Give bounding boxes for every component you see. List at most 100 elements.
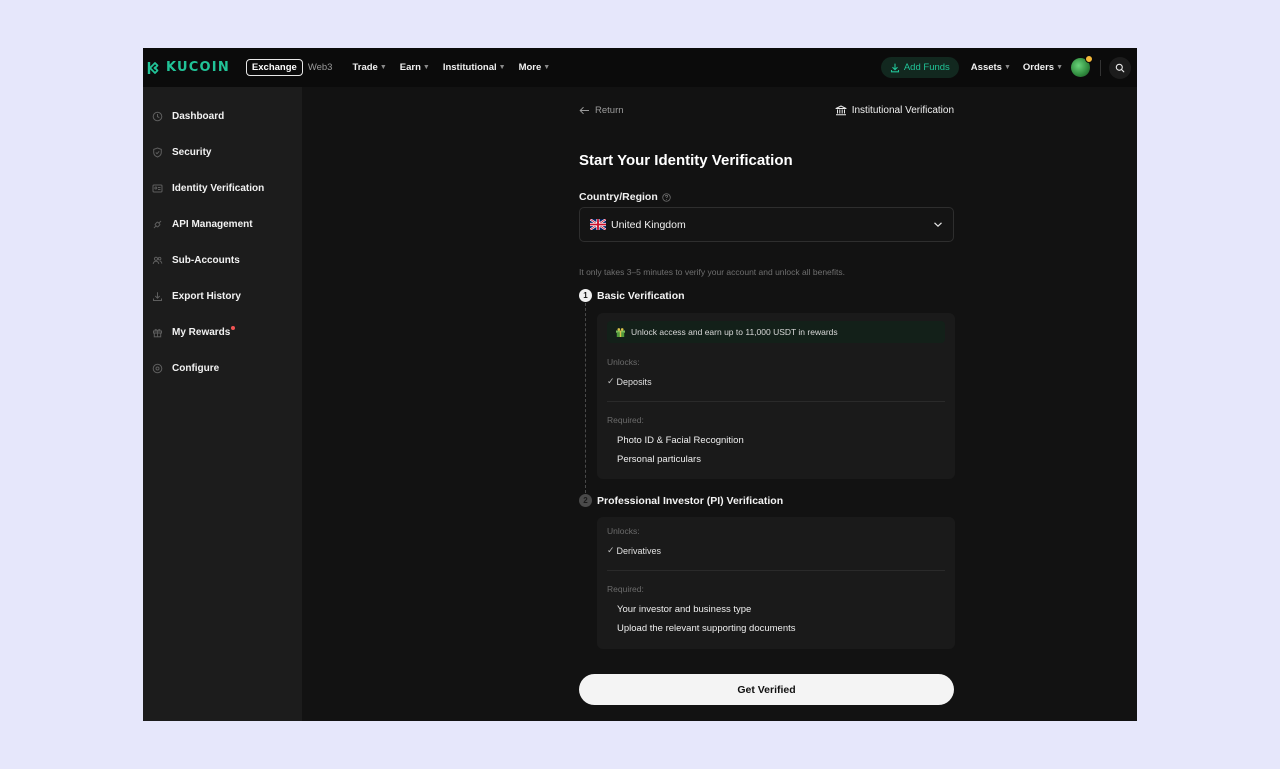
gift-reward-icon bbox=[616, 327, 625, 337]
basic-verification-heading: 1 Basic Verification bbox=[579, 289, 685, 302]
unlock-item: ✓ Derivatives bbox=[607, 545, 661, 556]
top-navigation: KUCOIN Exchange Web3 Trade ▼ Earn ▼ Instit… bbox=[143, 48, 1137, 87]
menu-institutional[interactable]: Institutional ▼ bbox=[443, 62, 506, 73]
sidebar: Dashboard Security Identity Verification… bbox=[143, 87, 302, 721]
sidebar-item-sub-accounts[interactable]: Sub-Accounts bbox=[143, 245, 302, 275]
card-divider bbox=[607, 570, 945, 571]
bank-icon bbox=[835, 105, 847, 116]
new-badge-dot bbox=[231, 326, 236, 330]
institutional-verification-label: Institutional Verification bbox=[851, 105, 954, 116]
caret-down-icon: ▼ bbox=[422, 64, 430, 71]
return-label: Return bbox=[595, 105, 624, 116]
sidebar-item-label: Security bbox=[172, 146, 212, 158]
web3-tab[interactable]: Web3 bbox=[308, 62, 333, 73]
sidebar-item-export-history[interactable]: Export History bbox=[143, 281, 302, 311]
required-item: Upload the relevant supporting documents bbox=[617, 623, 796, 634]
reward-banner-text: Unlock access and earn up to 11,000 USDT… bbox=[631, 327, 838, 337]
sidebar-item-my-rewards[interactable]: My Rewards bbox=[143, 317, 302, 347]
country-region-label: Country/Region bbox=[579, 191, 671, 203]
api-link-icon bbox=[153, 220, 162, 228]
required-item: Personal particulars bbox=[617, 454, 701, 465]
unlock-item-label: Derivatives bbox=[616, 545, 662, 556]
search-button[interactable] bbox=[1109, 56, 1131, 79]
assets-menu[interactable]: Assets ▼ bbox=[971, 62, 1011, 73]
download-icon bbox=[153, 291, 162, 301]
caret-down-icon: ▼ bbox=[543, 64, 551, 71]
menu-earn-label: Earn bbox=[399, 62, 421, 73]
basic-verification-card: Unlock access and earn up to 11,000 USDT… bbox=[597, 313, 955, 479]
main-content: Return Institutional Verification Start … bbox=[579, 87, 955, 721]
orders-menu[interactable]: Orders ▼ bbox=[1023, 62, 1063, 73]
arrow-left-icon bbox=[579, 106, 589, 115]
get-verified-button[interactable]: Get Verified bbox=[579, 674, 954, 705]
institutional-verification-link[interactable]: Institutional Verification bbox=[835, 105, 954, 116]
kucoin-logo[interactable]: KUCOIN bbox=[147, 48, 230, 87]
sidebar-item-label: API Management bbox=[172, 218, 253, 230]
caret-down-icon: ▼ bbox=[379, 64, 387, 71]
sidebar-item-api-management[interactable]: API Management bbox=[143, 209, 302, 239]
menu-trade[interactable]: Trade ▼ bbox=[352, 62, 386, 73]
country-select-value: United Kingdom bbox=[611, 218, 686, 231]
reward-banner: Unlock access and earn up to 11,000 USDT… bbox=[607, 321, 945, 343]
uk-flag-icon bbox=[590, 219, 606, 230]
assets-label: Assets bbox=[970, 62, 1002, 73]
country-select[interactable]: United Kingdom bbox=[579, 207, 954, 242]
step-number-2: 2 bbox=[579, 494, 592, 507]
sidebar-item-dashboard[interactable]: Dashboard bbox=[143, 101, 302, 131]
check-icon: ✓ bbox=[607, 376, 615, 386]
avatar[interactable] bbox=[1071, 55, 1093, 77]
pi-verification-card: Unlocks: ✓ Derivatives Required: Your in… bbox=[597, 517, 955, 649]
step-connector-line bbox=[585, 303, 586, 493]
brand-name: KUCOIN bbox=[166, 60, 230, 75]
gift-icon bbox=[153, 328, 162, 337]
caret-down-icon: ▼ bbox=[1003, 64, 1011, 71]
required-label: Required: bbox=[607, 415, 644, 425]
id-card-icon bbox=[152, 184, 163, 192]
help-circle-icon[interactable] bbox=[662, 192, 671, 202]
menu-more[interactable]: More ▼ bbox=[519, 62, 551, 73]
menu-institutional-label: Institutional bbox=[442, 62, 497, 73]
notification-dot bbox=[1085, 55, 1093, 63]
sidebar-item-label: Identity Verification bbox=[172, 182, 265, 194]
page-title: Start Your Identity Verification bbox=[579, 152, 793, 169]
main-menu: Trade ▼ Earn ▼ Institutional ▼ More ▼ bbox=[352, 62, 563, 73]
app-window: KUCOIN Exchange Web3 Trade ▼ Earn ▼ Instit… bbox=[143, 48, 1137, 721]
card-divider bbox=[607, 401, 945, 402]
add-funds-button[interactable]: Add Funds bbox=[880, 57, 959, 78]
shield-icon bbox=[153, 146, 162, 158]
unlock-item-label: Deposits bbox=[616, 376, 652, 387]
caret-down-icon: ▼ bbox=[498, 64, 506, 71]
sidebar-item-label: Sub-Accounts bbox=[172, 254, 240, 266]
menu-earn[interactable]: Earn ▼ bbox=[400, 62, 430, 73]
sidebar-item-label: Configure bbox=[172, 362, 220, 374]
check-icon: ✓ bbox=[607, 545, 615, 555]
sidebar-item-security[interactable]: Security bbox=[143, 137, 302, 167]
pi-verification-title: Professional Investor (PI) Verification bbox=[597, 494, 784, 507]
required-item: Photo ID & Facial Recognition bbox=[617, 435, 744, 446]
nav-divider bbox=[1100, 59, 1101, 76]
nav-right: Add Funds Assets ▼ Orders ▼ bbox=[880, 48, 1137, 87]
menu-more-label: More bbox=[518, 62, 542, 73]
required-label: Required: bbox=[607, 584, 644, 594]
sidebar-item-label: Dashboard bbox=[172, 110, 225, 122]
pi-verification-heading: 2 Professional Investor (PI) Verificatio… bbox=[579, 494, 783, 507]
unlocks-label: Unlocks: bbox=[607, 526, 640, 536]
exchange-web3-switch: Exchange Web3 bbox=[245, 59, 333, 76]
caret-down-icon: ▼ bbox=[1056, 64, 1063, 71]
return-link[interactable]: Return bbox=[579, 105, 624, 116]
clock-icon bbox=[152, 111, 163, 121]
step-number-1: 1 bbox=[579, 289, 592, 302]
sidebar-item-label: My Rewards bbox=[172, 326, 231, 338]
deposit-icon bbox=[890, 62, 899, 72]
chevron-down-icon bbox=[934, 222, 942, 228]
users-icon bbox=[152, 256, 163, 264]
orders-label: Orders bbox=[1022, 62, 1055, 73]
kucoin-logo-icon bbox=[147, 61, 159, 74]
sidebar-item-configure[interactable]: Configure bbox=[143, 353, 302, 383]
exchange-tab[interactable]: Exchange bbox=[245, 59, 303, 76]
add-funds-label: Add Funds bbox=[903, 62, 950, 73]
gear-icon bbox=[152, 363, 163, 373]
intro-text: It only takes 3–5 minutes to verify your… bbox=[579, 267, 846, 277]
required-item: Your investor and business type bbox=[617, 604, 752, 615]
sidebar-item-identity-verification[interactable]: Identity Verification bbox=[143, 173, 302, 203]
